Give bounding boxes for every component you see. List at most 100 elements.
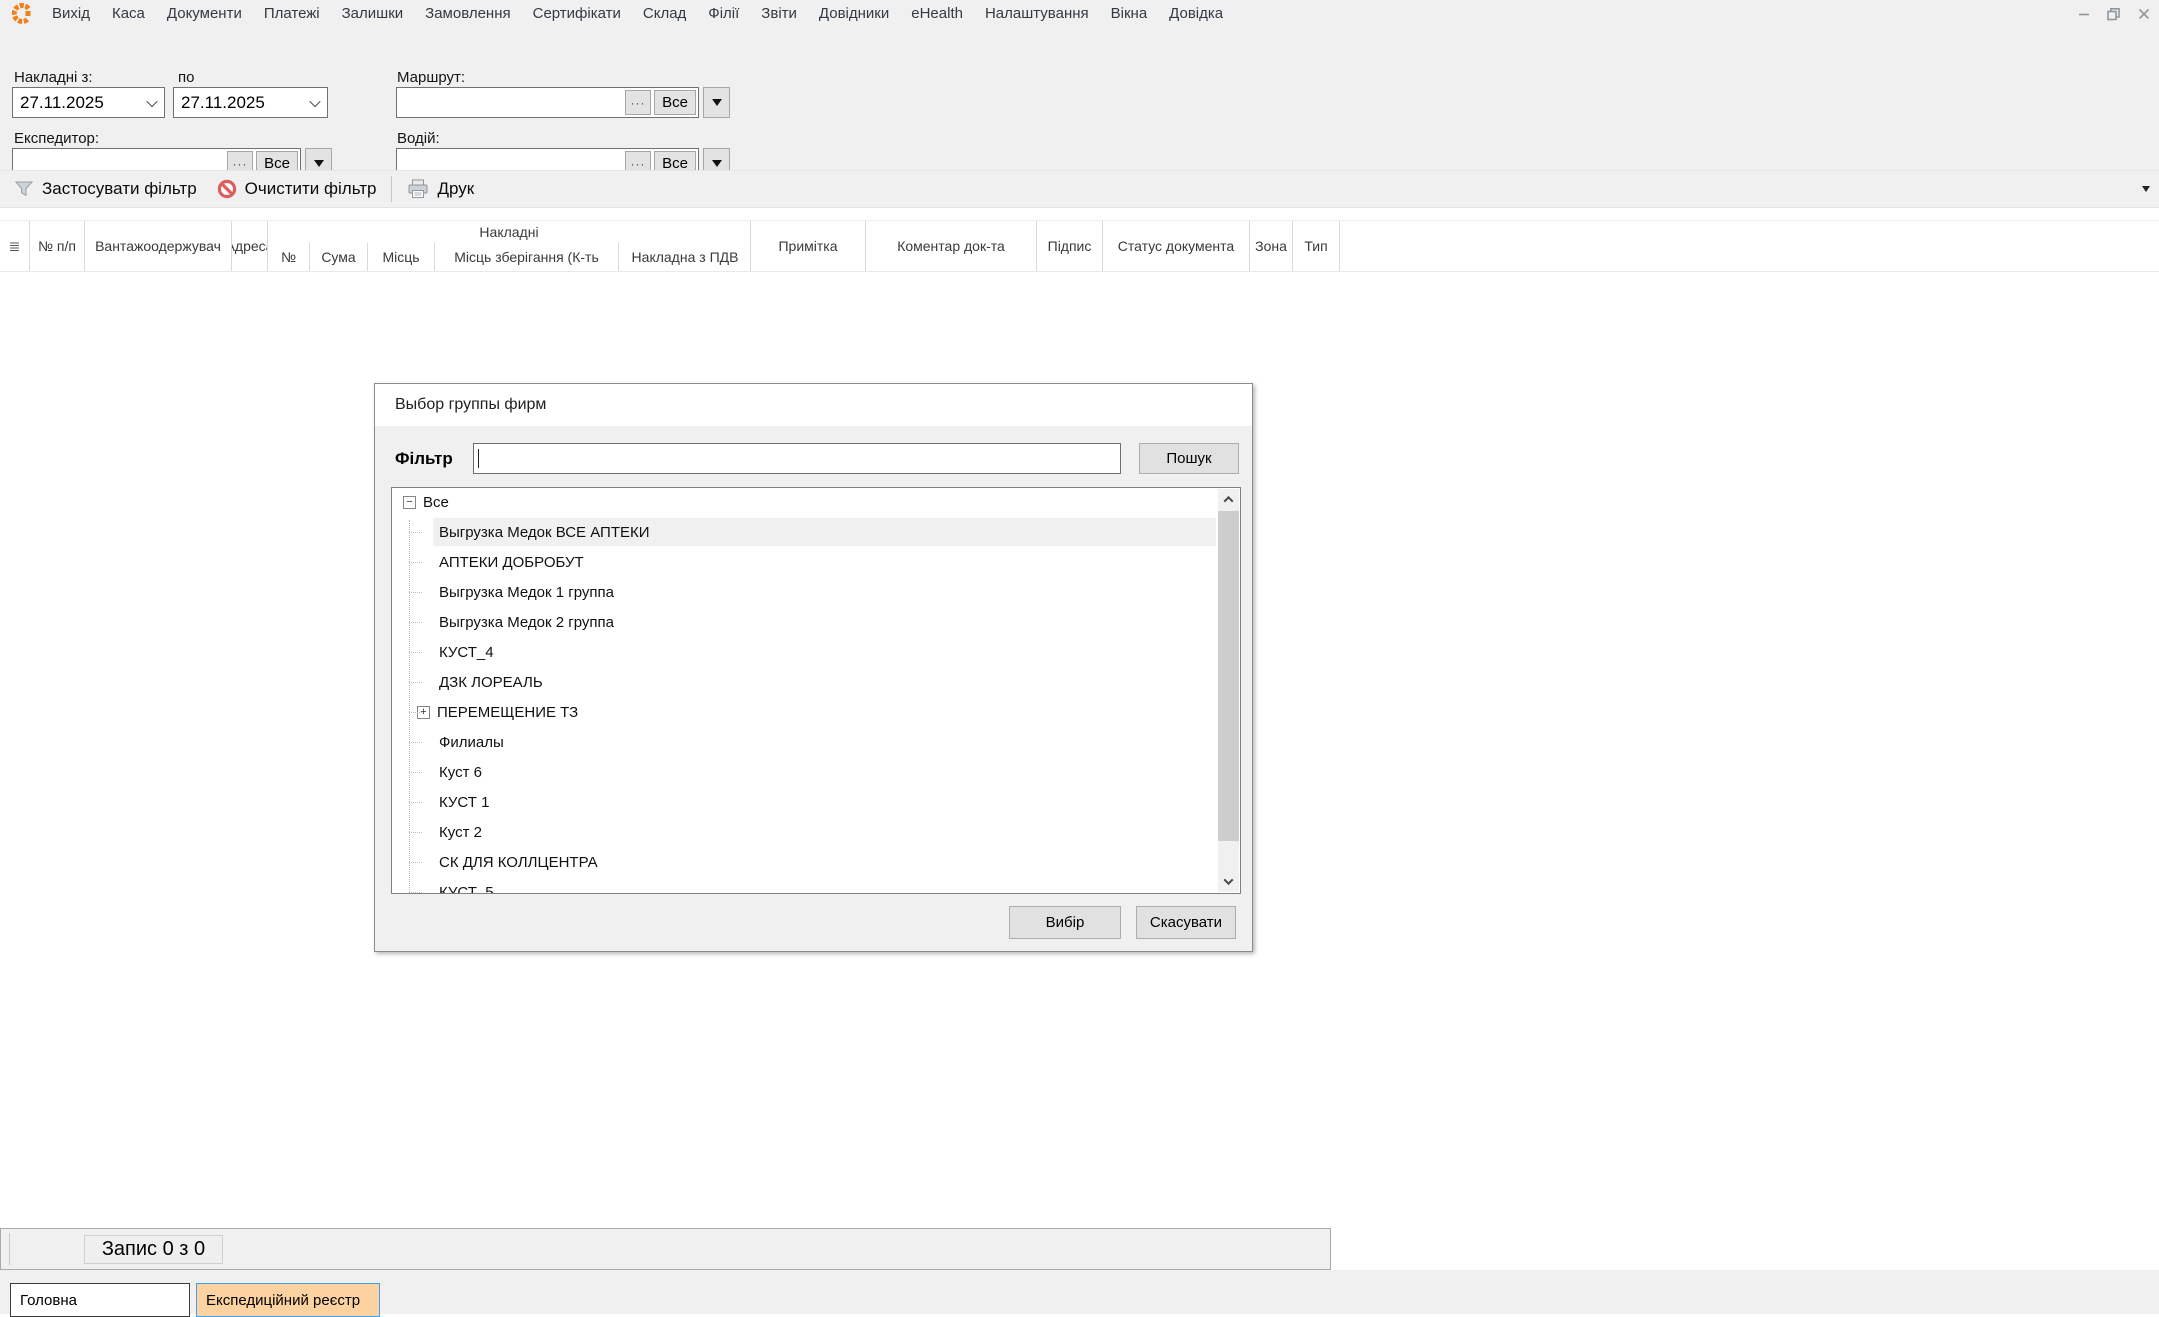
menu-item-4[interactable]: Залишки (331, 5, 415, 22)
menu-item-8[interactable]: Філії (697, 5, 750, 22)
menu-item-6[interactable]: Сертифікати (522, 5, 632, 22)
tree-item-label: КУСТ_4 (439, 644, 494, 661)
tree-item-8[interactable]: Куст 6 (393, 757, 1218, 787)
close-icon (2135, 6, 2153, 22)
menu-item-10[interactable]: Довідники (808, 5, 900, 22)
column-header[interactable]: Зона (1250, 221, 1293, 271)
dialog-select-firm-group: Выбор группы фирм Фільтр Пошук − Все Выг… (374, 383, 1253, 952)
route-all-button[interactable]: Все (654, 90, 696, 115)
menu-item-2[interactable]: Документи (156, 5, 253, 22)
clear-filter-button[interactable]: Очистити фільтр (207, 179, 387, 199)
apply-filter-button[interactable]: Застосувати фільтр (4, 179, 207, 199)
tree-item-1[interactable]: АПТЕКИ ДОБРОБУТ (393, 547, 1218, 577)
date-to-combobox[interactable]: 27.11.2025 (173, 87, 328, 118)
tree-item-label: Выгрузка Медок 1 группа (439, 584, 614, 601)
chevron-down-icon[interactable] (140, 88, 164, 117)
tree-item-3[interactable]: Выгрузка Медок 2 группа (393, 607, 1218, 637)
column-header[interactable]: Накладна з ПДВ (619, 243, 751, 271)
menu-item-13[interactable]: Вікна (1100, 5, 1159, 22)
toolbar-overflow-icon[interactable] (2142, 186, 2150, 192)
tree-item-label: СК ДЛЯ КОЛЛЦЕНТРА (439, 854, 598, 871)
menu-item-14[interactable]: Довідка (1158, 5, 1234, 22)
cancel-button[interactable]: Скасувати (1136, 906, 1236, 939)
tree-item-label: ДЗК ЛОРЕАЛЬ (439, 674, 543, 691)
toolbar: Застосувати фільтр Очистити фільтр Друк (0, 170, 2159, 208)
table-header: ≣№ п/пВантажоодержувачАдресаНакладні№Сум… (0, 220, 2159, 272)
tree-item-label: Филиалы (439, 734, 504, 751)
column-header[interactable]: Місць зберігання (К-ть (435, 243, 619, 271)
clear-filter-label: Очистити фільтр (245, 179, 377, 199)
column-header[interactable]: Місць (368, 243, 435, 271)
column-header[interactable]: Адреса (232, 221, 268, 271)
date-to-label: по (178, 69, 194, 86)
menu-item-11[interactable]: eHealth (900, 5, 974, 22)
tree-root-item[interactable]: − Все (393, 488, 1218, 517)
print-label: Друк (437, 179, 474, 199)
route-browse-button[interactable]: ··· (625, 90, 651, 115)
tree-item-4[interactable]: КУСТ_4 (393, 637, 1218, 667)
tree-item-9[interactable]: КУСТ 1 (393, 787, 1218, 817)
column-header[interactable]: Тип (1293, 221, 1340, 271)
tree-root-label: Все (423, 494, 449, 511)
menu-item-3[interactable]: Платежі (253, 5, 331, 22)
tree-item-0[interactable]: Выгрузка Медок ВСЕ АПТЕКИ (393, 517, 1218, 547)
menu-item-0[interactable]: Вихід (41, 5, 101, 22)
tree-item-label: Куст 2 (439, 824, 482, 841)
menu-item-7[interactable]: Склад (632, 5, 697, 22)
route-input[interactable] (399, 90, 622, 115)
status-bar: Запис 0 з 0 (0, 1228, 1331, 1270)
tree-item-6[interactable]: +ПЕРЕМЕЩЕНИЕ ТЗ (393, 697, 1218, 727)
scroll-up-icon[interactable] (1218, 489, 1239, 510)
tab-0[interactable]: Головна (10, 1283, 190, 1317)
restore-button[interactable] (2099, 0, 2129, 27)
collapse-icon[interactable]: − (403, 496, 416, 509)
menu-item-9[interactable]: Звіти (750, 5, 808, 22)
tree-item-11[interactable]: СК ДЛЯ КОЛЛЦЕНТРА (393, 847, 1218, 877)
menu-item-5[interactable]: Замовлення (414, 5, 521, 22)
date-from-value: 27.11.2025 (13, 93, 140, 113)
tree-item-5[interactable]: ДЗК ЛОРЕАЛЬ (393, 667, 1218, 697)
column-header[interactable]: Статус документа (1103, 221, 1250, 271)
column-header[interactable]: Вантажоодержувач (85, 221, 232, 271)
expand-icon[interactable]: + (417, 706, 430, 719)
date-from-combobox[interactable]: 27.11.2025 (12, 87, 165, 118)
column-header[interactable]: № п/п (30, 221, 85, 271)
tree-item-label: Выгрузка Медок ВСЕ АПТЕКИ (439, 524, 650, 541)
driver-label: Водій: (397, 130, 440, 147)
tree-item-label: Выгрузка Медок 2 группа (439, 614, 614, 631)
menu: ВихідКасаДокументиПлатежіЗалишкиЗамовлен… (41, 5, 1234, 22)
tree-item-7[interactable]: Филиалы (393, 727, 1218, 757)
scroll-down-icon[interactable] (1218, 871, 1239, 892)
column-header[interactable]: Сума (310, 243, 368, 271)
tree-item-label: Куст 6 (439, 764, 482, 781)
tab-1[interactable]: Експедиційний реєстр (196, 1283, 380, 1317)
route-dropdown-button[interactable] (703, 87, 730, 118)
tree-item-12[interactable]: КУСТ_5 (393, 877, 1218, 893)
menu-item-12[interactable]: Налаштування (974, 5, 1100, 22)
column-header[interactable]: Підпис (1037, 221, 1103, 271)
close-button[interactable] (2129, 0, 2159, 27)
chevron-down-icon[interactable] (303, 88, 327, 117)
tree-item-2[interactable]: Выгрузка Медок 1 группа (393, 577, 1218, 607)
minimize-button[interactable] (2069, 0, 2099, 27)
column-header[interactable]: Коментар док-та (866, 221, 1037, 271)
tree-scrollbar[interactable] (1218, 489, 1239, 892)
dropdown-arrow-icon (712, 160, 722, 167)
printer-icon (407, 179, 429, 199)
table-corner-cell[interactable]: ≣ (0, 221, 30, 271)
select-button[interactable]: Вибір (1009, 906, 1121, 939)
scrollbar-thumb[interactable] (1218, 511, 1239, 841)
record-count: Запис 0 з 0 (84, 1235, 223, 1264)
toolbar-separator (391, 176, 392, 202)
tree-item-10[interactable]: Куст 2 (393, 817, 1218, 847)
tree-items: − Все Выгрузка Медок ВСЕ АПТЕКИ АПТЕКИ ДО… (393, 488, 1218, 893)
menu-bar: ВихідКасаДокументиПлатежіЗалишкиЗамовлен… (0, 0, 2159, 27)
column-header[interactable]: Примітка (751, 221, 866, 271)
search-button[interactable]: Пошук (1139, 443, 1239, 474)
print-button[interactable]: Друк (397, 179, 484, 199)
tree-item-label: КУСТ 1 (439, 794, 489, 811)
no-sign-icon (217, 179, 237, 199)
dialog-filter-input[interactable] (473, 443, 1121, 474)
column-header[interactable]: № (268, 243, 310, 271)
menu-item-1[interactable]: Каса (101, 5, 156, 22)
